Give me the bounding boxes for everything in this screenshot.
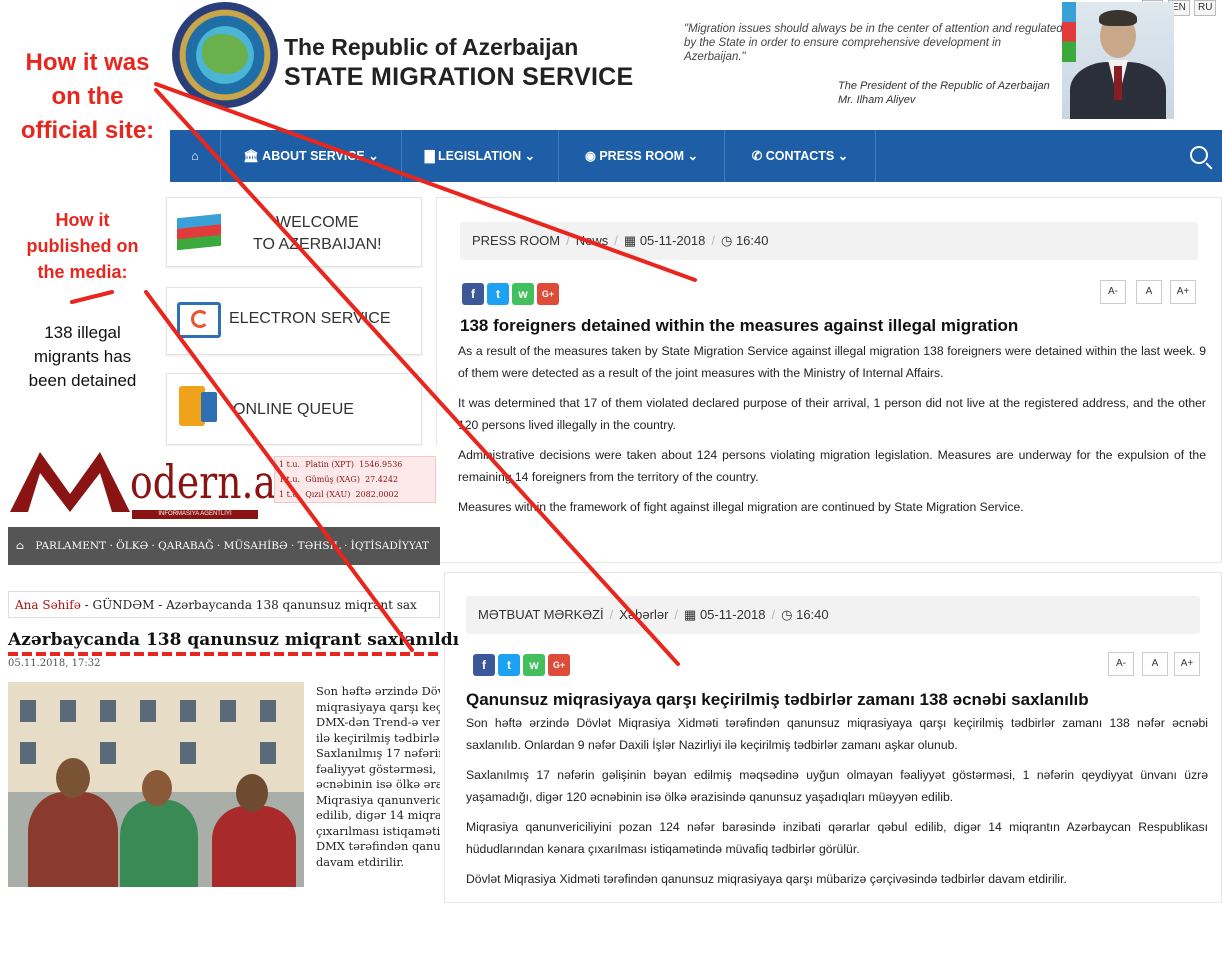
annotation-arrows	[70, 82, 697, 666]
arrow-to-en-breadcrumb	[154, 82, 697, 282]
media-underline-mark	[70, 290, 114, 304]
arrow-to-media-title	[144, 290, 414, 652]
arrow-to-az-article	[154, 88, 680, 666]
